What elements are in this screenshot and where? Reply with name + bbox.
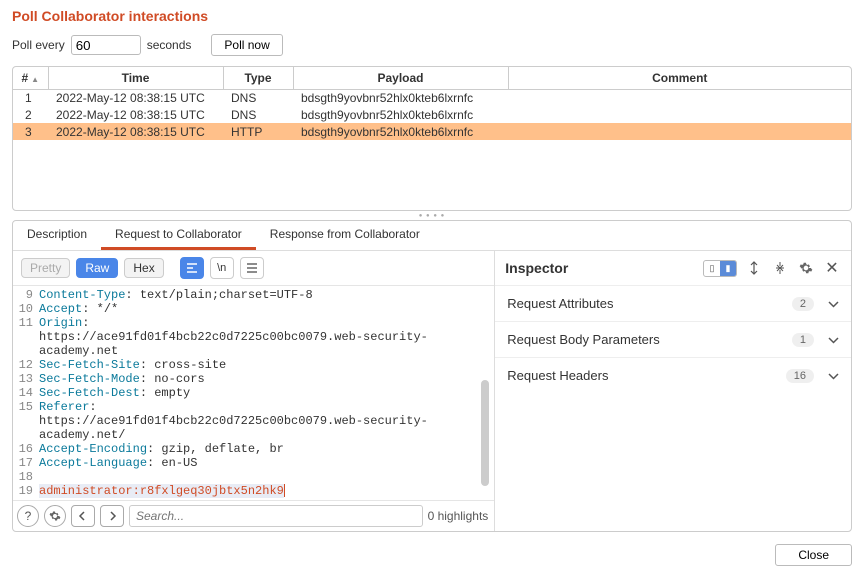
search-input[interactable] xyxy=(129,505,423,527)
table-row[interactable]: 12022-May-12 08:38:15 UTCDNSbdsgth9yovbn… xyxy=(13,89,851,106)
column-header[interactable]: Time xyxy=(48,67,223,89)
line-number: 11 xyxy=(13,316,39,330)
line-number: 12 xyxy=(13,358,39,372)
inspector-section[interactable]: Request Attributes 2 xyxy=(495,285,851,321)
inspector-section-label: Request Headers xyxy=(507,368,608,383)
inspector-panel: Inspector ▯▮ ✕ xyxy=(495,251,851,531)
column-header[interactable]: Comment xyxy=(508,67,851,89)
table-cell: DNS xyxy=(223,106,293,123)
view-pretty[interactable]: Pretty xyxy=(21,258,70,278)
code-line: Sec-Fetch-Mode: no-cors xyxy=(39,372,205,386)
code-line-continuation: https://ace91fd01f4bcb22c0d7225c00bc0079… xyxy=(39,330,488,358)
close-button[interactable]: Close xyxy=(775,544,852,566)
inspector-section-label: Request Body Parameters xyxy=(507,332,659,347)
close-inspector-icon[interactable]: ✕ xyxy=(823,259,841,277)
chevron-down-icon xyxy=(828,297,839,311)
table-cell xyxy=(508,123,851,140)
search-next-button[interactable] xyxy=(100,505,124,527)
code-line xyxy=(39,470,46,484)
line-number: 9 xyxy=(13,288,39,302)
request-raw-view[interactable]: 9Content-Type: text/plain;charset=UTF-81… xyxy=(13,286,494,500)
code-line: Content-Type: text/plain;charset=UTF-8 xyxy=(39,288,313,302)
inspector-section[interactable]: Request Headers 16 xyxy=(495,357,851,393)
expand-vertical-icon[interactable] xyxy=(745,259,763,277)
poll-label-prefix: Poll every xyxy=(12,38,65,52)
inspector-title: Inspector xyxy=(505,260,568,276)
table-cell: 2022-May-12 08:38:15 UTC xyxy=(48,106,223,123)
line-number: 16 xyxy=(13,442,39,456)
sort-arrow-icon: ▲ xyxy=(31,75,39,84)
count-badge: 2 xyxy=(792,297,814,311)
table-cell: 2 xyxy=(13,106,48,123)
tab-description[interactable]: Description xyxy=(13,221,101,250)
table-cell xyxy=(508,89,851,106)
collapse-icon[interactable] xyxy=(771,259,789,277)
table-cell: 1 xyxy=(13,89,48,106)
hamburger-icon[interactable] xyxy=(240,257,264,279)
poll-interval-input[interactable] xyxy=(71,35,141,55)
table-cell: bdsgth9yovbnr52hlx0kteb6lxrnfc xyxy=(293,123,508,140)
detail-panel: Description Request to Collaborator Resp… xyxy=(12,220,852,532)
line-number: 15 xyxy=(13,400,39,414)
newline-toggle[interactable]: \n xyxy=(210,257,234,279)
gear-icon[interactable] xyxy=(44,505,66,527)
column-header[interactable]: Payload xyxy=(293,67,508,89)
table-cell: 2022-May-12 08:38:15 UTC xyxy=(48,89,223,106)
splitter-grip-icon[interactable]: ● ● ● ● xyxy=(12,215,852,218)
table-cell xyxy=(508,106,851,123)
settings-icon[interactable] xyxy=(797,259,815,277)
code-line: Referer: xyxy=(39,400,97,414)
line-number: 19 xyxy=(13,484,39,498)
tab-request[interactable]: Request to Collaborator xyxy=(101,221,256,250)
code-line: administrator:r8fxlgeq30jbtx5n2hk9 xyxy=(39,484,285,498)
vertical-scrollbar[interactable] xyxy=(481,284,491,497)
view-hex[interactable]: Hex xyxy=(124,258,163,278)
line-number: 14 xyxy=(13,386,39,400)
tab-response[interactable]: Response from Collaborator xyxy=(256,221,434,250)
line-number: 13 xyxy=(13,372,39,386)
interactions-table: #▲TimeTypePayloadComment 12022-May-12 08… xyxy=(12,66,852,211)
table-row[interactable]: 32022-May-12 08:38:15 UTCHTTPbdsgth9yovb… xyxy=(13,123,851,140)
panel-title: Poll Collaborator interactions xyxy=(0,0,864,28)
column-header[interactable]: #▲ xyxy=(13,67,48,89)
line-number: 18 xyxy=(13,470,39,484)
inspector-section[interactable]: Request Body Parameters 1 xyxy=(495,321,851,357)
table-cell: bdsgth9yovbnr52hlx0kteb6lxrnfc xyxy=(293,106,508,123)
poll-controls: Poll every seconds Poll now xyxy=(0,28,864,62)
code-line: Sec-Fetch-Site: cross-site xyxy=(39,358,226,372)
code-line: Accept: */* xyxy=(39,302,118,316)
help-icon[interactable]: ? xyxy=(17,505,39,527)
layout-toggle[interactable]: ▯▮ xyxy=(703,260,737,277)
chevron-down-icon xyxy=(828,369,839,383)
view-raw[interactable]: Raw xyxy=(76,258,118,278)
table-cell: bdsgth9yovbnr52hlx0kteb6lxrnfc xyxy=(293,89,508,106)
chevron-down-icon xyxy=(828,333,839,347)
table-row[interactable]: 22022-May-12 08:38:15 UTCDNSbdsgth9yovbn… xyxy=(13,106,851,123)
line-number: 17 xyxy=(13,456,39,470)
inspector-section-label: Request Attributes xyxy=(507,296,613,311)
code-line-continuation: https://ace91fd01f4bcb22c0d7225c00bc0079… xyxy=(39,414,488,442)
count-badge: 1 xyxy=(792,333,814,347)
count-badge: 16 xyxy=(786,369,814,383)
table-cell: 3 xyxy=(13,123,48,140)
code-line: Accept-Encoding: gzip, deflate, br xyxy=(39,442,284,456)
table-cell: 2022-May-12 08:38:15 UTC xyxy=(48,123,223,140)
table-cell: DNS xyxy=(223,89,293,106)
code-line: Accept-Language: en-US xyxy=(39,456,197,470)
code-line: Origin: xyxy=(39,316,89,330)
wrap-toggle-icon[interactable] xyxy=(180,257,204,279)
column-header[interactable]: Type xyxy=(223,67,293,89)
table-cell: HTTP xyxy=(223,123,293,140)
code-line: Sec-Fetch-Dest: empty xyxy=(39,386,190,400)
highlight-count: 0 highlights xyxy=(428,509,489,523)
line-number: 10 xyxy=(13,302,39,316)
poll-now-button[interactable]: Poll now xyxy=(211,34,282,56)
search-prev-button[interactable] xyxy=(71,505,95,527)
poll-label-suffix: seconds xyxy=(147,38,192,52)
